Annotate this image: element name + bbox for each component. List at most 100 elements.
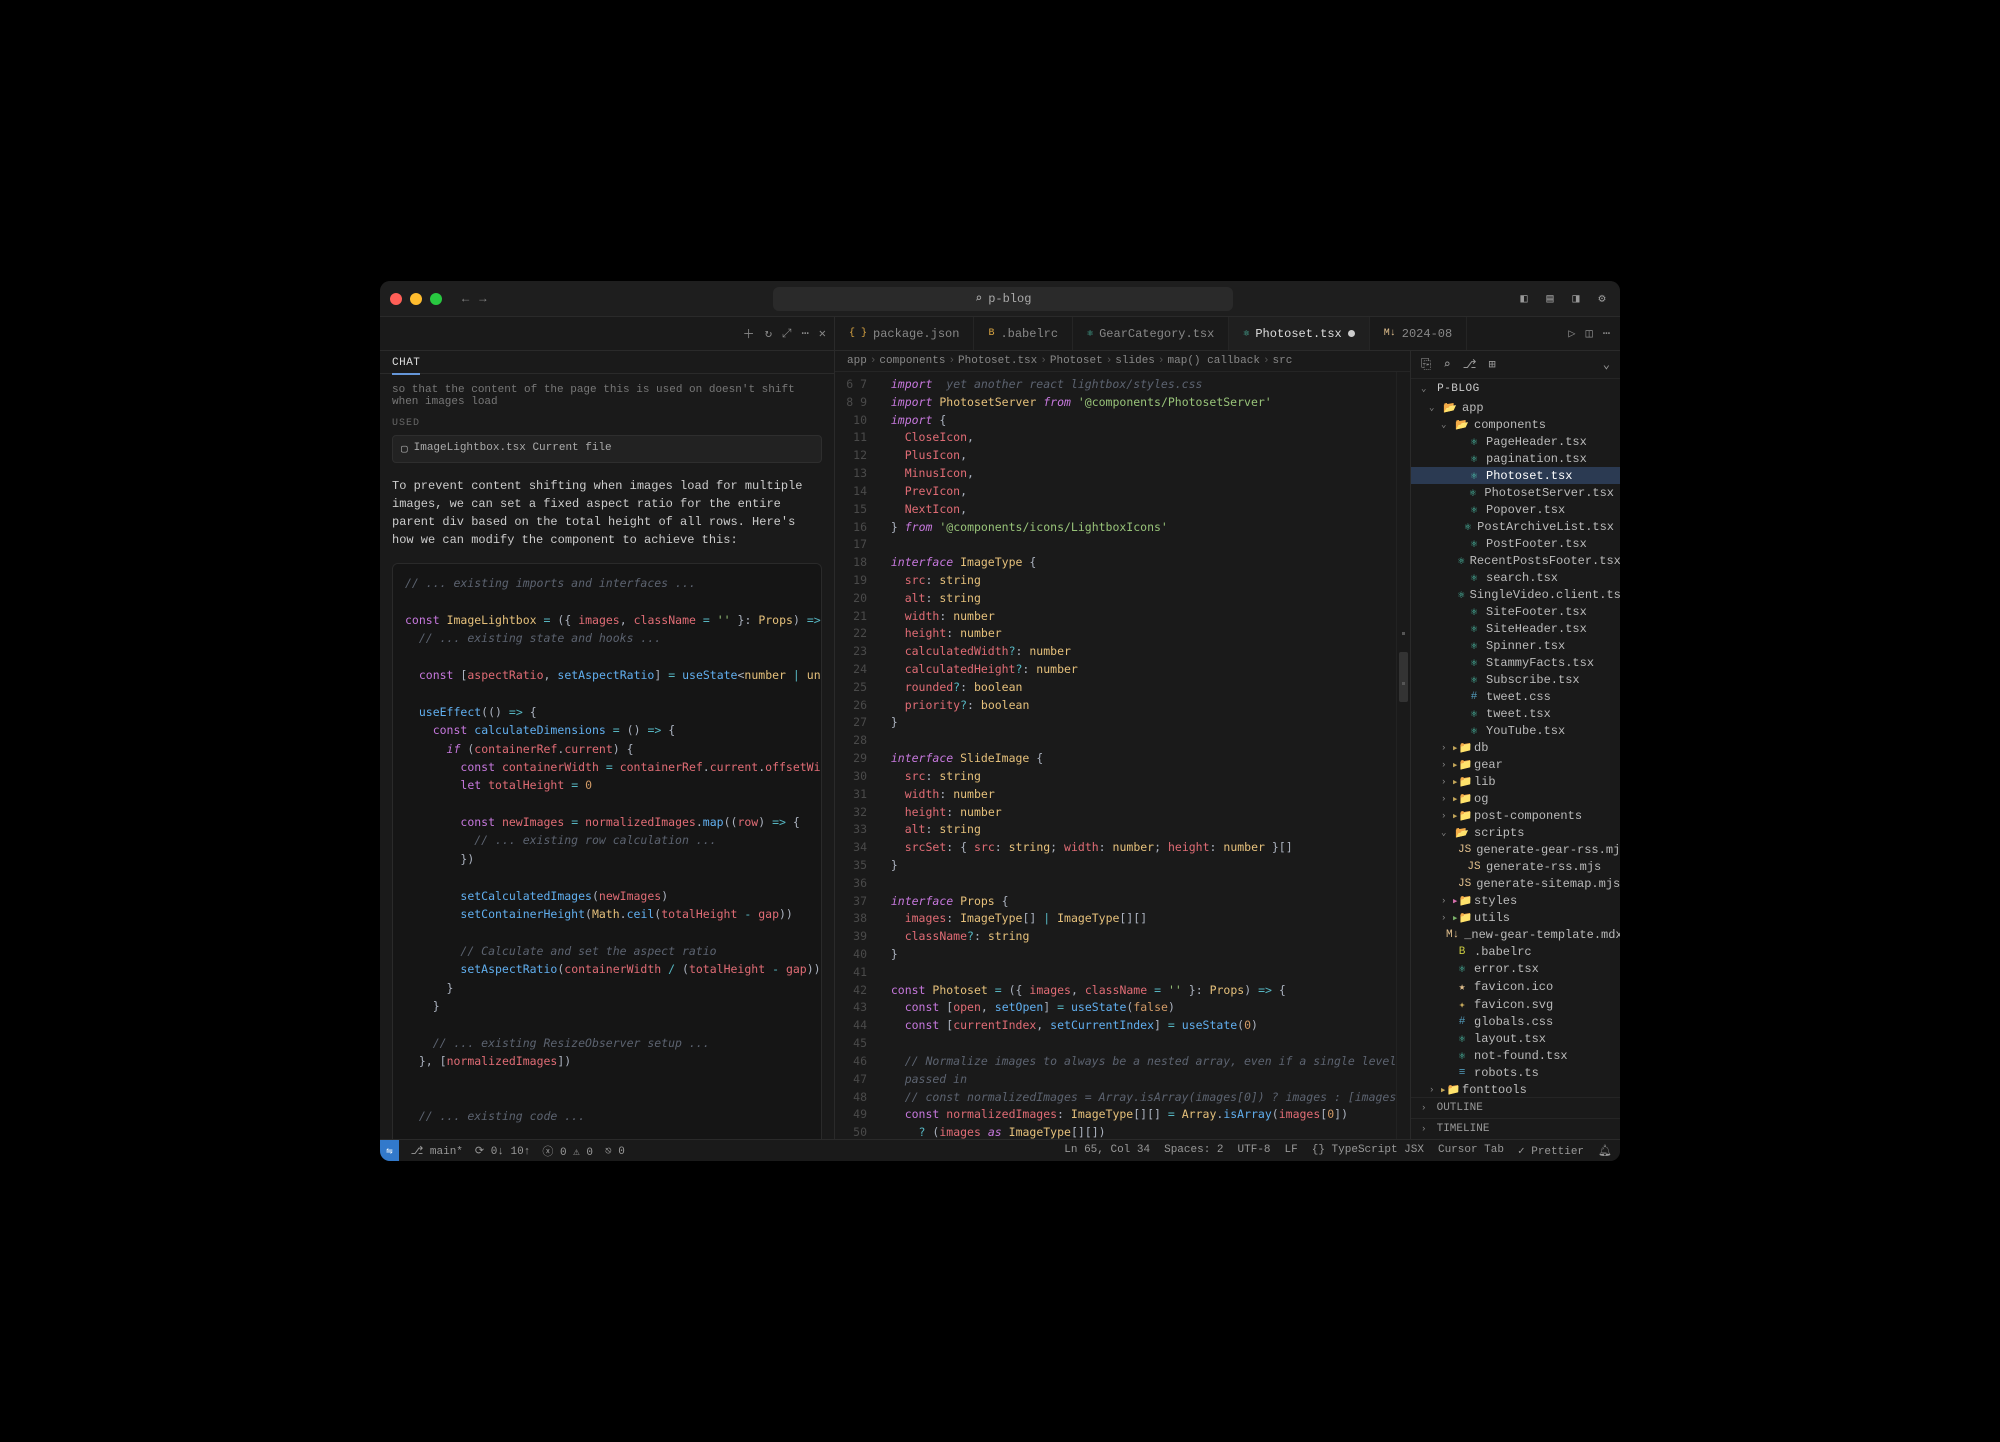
chat-tab-label[interactable]: CHAT: [392, 357, 420, 375]
breadcrumb-segment[interactable]: Photoset: [1050, 355, 1103, 367]
more-editor-icon[interactable]: ⋯: [1603, 326, 1610, 341]
tree-item-og[interactable]: ›▸📁og: [1411, 790, 1620, 807]
used-file-chip[interactable]: ▢ ImageLightbox.tsx Current file: [392, 435, 822, 463]
search-icon[interactable]: ⌕: [1443, 357, 1450, 372]
nav-back-icon[interactable]: ←: [462, 292, 469, 306]
explorer-root[interactable]: ⌄ P-BLOG: [1411, 379, 1620, 399]
tree-item-popover-tsx[interactable]: ⚛Popover.tsx: [1411, 501, 1620, 518]
tree-item-tweet-tsx[interactable]: ⚛tweet.tsx: [1411, 705, 1620, 722]
run-icon[interactable]: ▷: [1568, 326, 1575, 341]
tree-item-siteheader-tsx[interactable]: ⚛SiteHeader.tsx: [1411, 620, 1620, 637]
code-content[interactable]: import yet another react lightbox/styles…: [877, 372, 1396, 1139]
breadcrumb-segment[interactable]: Photoset.tsx: [958, 355, 1037, 367]
tree-item-photosetserver-tsx[interactable]: ⚛PhotosetServer.tsx: [1411, 484, 1620, 501]
tree-item-generate-rss-mjs[interactable]: JSgenerate-rss.mjs: [1411, 858, 1620, 875]
panel-bottom-icon[interactable]: ▤: [1542, 291, 1558, 307]
tree-item-lib[interactable]: ›▸📁lib: [1411, 773, 1620, 790]
cursor-tab[interactable]: Cursor Tab: [1438, 1144, 1504, 1158]
tree-item-tweet-css[interactable]: #tweet.css: [1411, 688, 1620, 705]
tab-gearcategory-tsx[interactable]: ⚛GearCategory.tsx: [1073, 317, 1229, 350]
gear-icon[interactable]: ⚙: [1594, 291, 1610, 307]
tree-item-pagination-tsx[interactable]: ⚛pagination.tsx: [1411, 450, 1620, 467]
breadcrumb[interactable]: app›components›Photoset.tsx›Photoset›sli…: [835, 351, 1410, 372]
more-icon[interactable]: ⋯: [802, 326, 809, 341]
tree-item-_new-gear-template-mdx[interactable]: M↓_new-gear-template.mdx: [1411, 926, 1620, 943]
tree-item-generate-gear-rss-mjs[interactable]: JSgenerate-gear-rss.mjs: [1411, 841, 1620, 858]
tree-item-app[interactable]: ⌄📂app: [1411, 399, 1620, 416]
tree-item-scripts[interactable]: ⌄📂scripts: [1411, 824, 1620, 841]
panel-right-icon[interactable]: ◨: [1568, 291, 1584, 307]
tree-item-components[interactable]: ⌄📂components: [1411, 416, 1620, 433]
history-icon[interactable]: ↻: [765, 326, 772, 341]
maximize-window[interactable]: [430, 293, 442, 305]
tree-item--babelrc[interactable]: B.babelrc: [1411, 943, 1620, 960]
tree-item-styles[interactable]: ›▸📁styles: [1411, 892, 1620, 909]
outline-section[interactable]: › OUTLINE: [1411, 1097, 1620, 1118]
tree-item-error-tsx[interactable]: ⚛error.tsx: [1411, 960, 1620, 977]
split-icon[interactable]: ◫: [1586, 326, 1593, 341]
tree-item-favicon-ico[interactable]: ★favicon.ico: [1411, 977, 1620, 996]
git-sync[interactable]: ⟳ 0↓ 10↑: [475, 1144, 530, 1158]
expand-icon[interactable]: ⤢: [782, 327, 792, 341]
bell-icon[interactable]: 🔔︎: [1598, 1144, 1612, 1158]
panel-left-icon[interactable]: ◧: [1516, 291, 1532, 307]
tab-2024-08[interactable]: M↓2024-08: [1370, 317, 1467, 350]
encoding[interactable]: UTF-8: [1238, 1144, 1271, 1158]
breadcrumb-segment[interactable]: src: [1273, 355, 1293, 367]
close-chat-icon[interactable]: ✕: [819, 326, 826, 341]
tree-item-db[interactable]: ›▸📁db: [1411, 739, 1620, 756]
tree-item-pageheader-tsx[interactable]: ⚛PageHeader.tsx: [1411, 433, 1620, 450]
tab--babelrc[interactable]: B.babelrc: [974, 317, 1073, 350]
tree-item-recentpostsfooter-tsx[interactable]: ⚛RecentPostsFooter.tsx: [1411, 552, 1620, 569]
tree-item-utils[interactable]: ›▸📁utils: [1411, 909, 1620, 926]
tree-item-fonttools[interactable]: ›▸📁fonttools: [1411, 1081, 1620, 1097]
code-area[interactable]: 6 7 8 9 10 11 12 13 14 15 16 17 18 19 20…: [835, 372, 1410, 1139]
tree-item-photoset-tsx[interactable]: ⚛Photoset.tsx: [1411, 467, 1620, 484]
tree-item-youtube-tsx[interactable]: ⚛YouTube.tsx: [1411, 722, 1620, 739]
breadcrumb-segment[interactable]: map() callback: [1168, 355, 1260, 367]
breadcrumb-segment[interactable]: slides: [1115, 355, 1155, 367]
close-window[interactable]: [390, 293, 402, 305]
prettier[interactable]: ✓ Prettier: [1518, 1144, 1584, 1158]
tree-item-singlevideo-client-tsx[interactable]: ⚛SingleVideo.client.tsx: [1411, 586, 1620, 603]
breadcrumb-segment[interactable]: components: [879, 355, 945, 367]
tab-package-json[interactable]: { }package.json: [835, 317, 974, 350]
tree-label: PostArchiveList.tsx: [1477, 520, 1614, 534]
source-control-icon[interactable]: ⎇: [1463, 357, 1477, 372]
tree-item-spinner-tsx[interactable]: ⚛Spinner.tsx: [1411, 637, 1620, 654]
tree-item-globals-css[interactable]: #globals.css: [1411, 1013, 1620, 1030]
problems[interactable]: ⓧ 0 ⚠ 0: [542, 1143, 593, 1159]
tree-item-stammyfacts-tsx[interactable]: ⚛StammyFacts.tsx: [1411, 654, 1620, 671]
breadcrumb-segment[interactable]: app: [847, 355, 867, 367]
tree-item-postfooter-tsx[interactable]: ⚛PostFooter.tsx: [1411, 535, 1620, 552]
tree-item-generate-sitemap-mjs[interactable]: JSgenerate-sitemap.mjs: [1411, 875, 1620, 892]
language-mode[interactable]: {} TypeScript JSX: [1312, 1144, 1424, 1158]
extensions-icon[interactable]: ⊞: [1488, 357, 1495, 372]
remote-indicator[interactable]: ⇋: [380, 1140, 399, 1162]
tree-item-sitefooter-tsx[interactable]: ⚛SiteFooter.tsx: [1411, 603, 1620, 620]
tree-item-subscribe-tsx[interactable]: ⚛Subscribe.tsx: [1411, 671, 1620, 688]
eol[interactable]: LF: [1285, 1144, 1298, 1158]
tree-item-robots-ts[interactable]: ≡robots.ts: [1411, 1064, 1620, 1081]
new-file-icon[interactable]: ⎘: [1421, 357, 1431, 372]
indent[interactable]: Spaces: 2: [1164, 1144, 1223, 1158]
twistie-icon: ⌄: [1441, 828, 1450, 838]
tree-item-not-found-tsx[interactable]: ⚛not-found.tsx: [1411, 1047, 1620, 1064]
timeline-section[interactable]: › TIMELINE: [1411, 1118, 1620, 1139]
minimap[interactable]: [1396, 372, 1410, 1139]
tree-item-layout-tsx[interactable]: ⚛layout.tsx: [1411, 1030, 1620, 1047]
chevron-down-icon[interactable]: ⌄: [1603, 357, 1610, 372]
cursor-position[interactable]: Ln 65, Col 34: [1064, 1144, 1150, 1158]
tree-item-search-tsx[interactable]: ⚛search.tsx: [1411, 569, 1620, 586]
command-center[interactable]: ⌕ p-blog: [773, 287, 1233, 311]
tree-item-postarchivelist-tsx[interactable]: ⚛PostArchiveList.tsx: [1411, 518, 1620, 535]
tab-photoset-tsx[interactable]: ⚛Photoset.tsx: [1229, 317, 1369, 350]
minimize-window[interactable]: [410, 293, 422, 305]
tree-item-gear[interactable]: ›▸📁gear: [1411, 756, 1620, 773]
ports[interactable]: ⎋ 0: [605, 1144, 625, 1158]
new-chat-icon[interactable]: ＋: [743, 325, 755, 342]
tree-item-favicon-svg[interactable]: ✦favicon.svg: [1411, 996, 1620, 1013]
nav-forward-icon[interactable]: →: [479, 292, 486, 306]
tree-item-post-components[interactable]: ›▸📁post-components: [1411, 807, 1620, 824]
git-branch[interactable]: ⎇ main*: [411, 1144, 463, 1158]
